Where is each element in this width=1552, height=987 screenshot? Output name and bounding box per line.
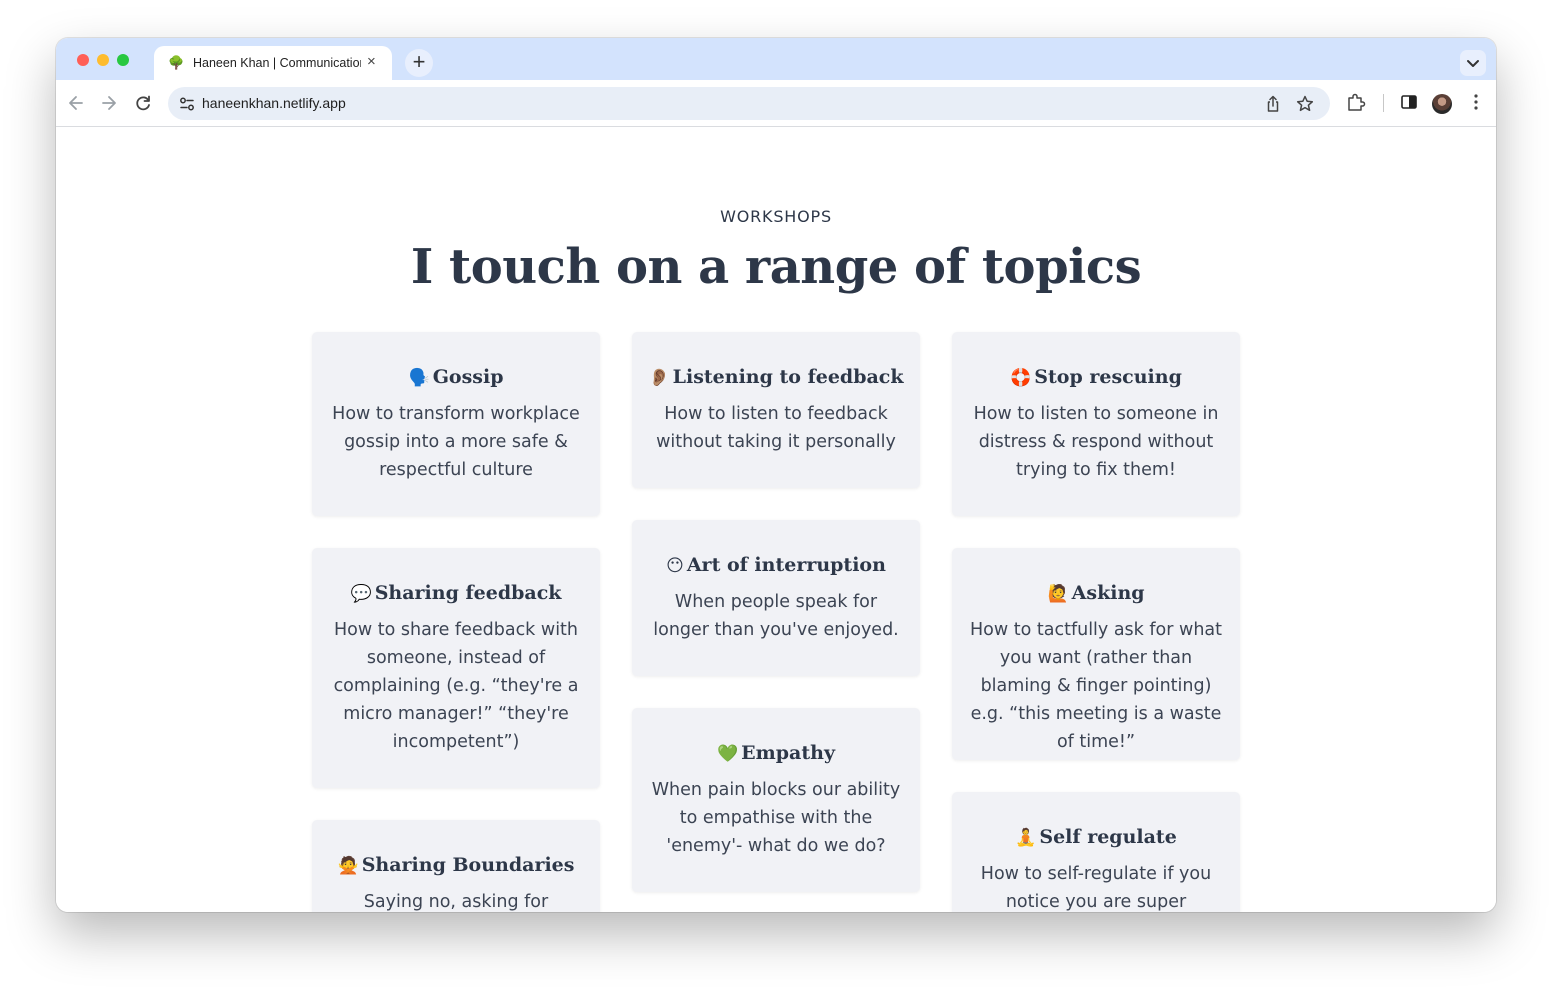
card-description: When people speak for longer than you've… (653, 592, 899, 640)
face-without-mouth-icon: 😶 (666, 556, 684, 576)
card-title-text: Sharing feedback (374, 582, 562, 604)
card-title: 🗣️ Gossip (328, 363, 584, 392)
card-title: 🙅 Sharing Boundaries (328, 851, 584, 880)
card-description: Saying no, asking for (363, 892, 549, 912)
card-title: 🛟 Stop rescuing (968, 363, 1224, 392)
reload-icon (136, 95, 150, 111)
card-description: How to self-regulate if you notice you a… (980, 864, 1212, 912)
address-bar[interactable]: haneenkhan.netlify.app (168, 87, 1330, 120)
card-description: How to transform workplace gossip into a… (332, 404, 580, 480)
card-title: 🧘 Self regulate (968, 823, 1224, 852)
card-description: How to share feedback with someone, inst… (333, 620, 579, 752)
ring-buoy-icon: 🛟 (1010, 368, 1032, 388)
browser-window: 🌳 Haneen Khan | Communication × + haneen… (56, 38, 1496, 912)
person-gesturing-no-icon: 🙅 (337, 856, 359, 876)
new-tab-button[interactable]: + (405, 49, 433, 77)
green-heart-icon: 💚 (717, 744, 739, 764)
speaking-head-icon: 🗣️ (408, 368, 430, 388)
card-description: How to tactfully ask for what you want (… (970, 620, 1222, 752)
back-arrow-icon (69, 96, 83, 110)
card-title: 🙋 Asking (968, 579, 1224, 608)
card-title-text: Stop rescuing (1034, 366, 1182, 388)
tab-strip: 🌳 Haneen Khan | Communication × + (56, 38, 1496, 80)
window-minimize-button[interactable] (97, 54, 109, 66)
speech-bubble-icon: 💬 (350, 584, 372, 604)
card-title: 💬 Sharing feedback (328, 579, 584, 608)
card-title-text: Gossip (432, 366, 504, 388)
workshop-card-sharing-feedback: 💬 Sharing feedback How to share feedback … (312, 548, 600, 788)
active-tab[interactable]: 🌳 Haneen Khan | Communication × (154, 46, 392, 80)
extensions-puzzle-icon[interactable] (1345, 91, 1367, 113)
card-title: 💚 Empathy (648, 739, 904, 768)
profile-avatar[interactable] (1432, 94, 1452, 114)
card-title-text: Art of interruption (686, 554, 886, 576)
reload-button[interactable] (131, 91, 155, 115)
card-title-text: Empathy (741, 742, 835, 764)
side-panel-icon[interactable] (1398, 91, 1420, 113)
window-maximize-button[interactable] (117, 54, 129, 66)
workshop-card-sharing-boundaries: 🙅 Sharing Boundaries Saying no, asking fo… (312, 820, 600, 912)
share-icon[interactable] (1263, 94, 1283, 114)
card-title-text: Listening to feedback (672, 366, 904, 388)
tab-close-icon[interactable]: × (367, 53, 376, 71)
forward-arrow-icon (102, 96, 116, 110)
card-description: How to listen to feedback without taking… (656, 404, 896, 452)
window-close-button[interactable] (77, 54, 89, 66)
tab-title: Haneen Khan | Communication (193, 56, 361, 70)
card-title-text: Self regulate (1039, 826, 1177, 848)
page-content: WORKSHOPS I touch on a range of topics 🗣… (56, 127, 1496, 912)
person-meditating-icon: 🧘 (1015, 828, 1037, 848)
workshop-card-empathy: 💚 Empathy When pain blocks our ability to… (632, 708, 920, 892)
workshop-card-asking: 🙋 Asking How to tactfully ask for what yo… (952, 548, 1240, 760)
card-description: When pain blocks our ability to empathis… (651, 780, 901, 856)
workshop-card-gossip: 🗣️ Gossip How to transform workplace goss… (312, 332, 600, 516)
bookmark-star-icon[interactable] (1295, 94, 1315, 114)
workshop-card-stop-rescuing: 🛟 Stop rescuing How to listen to someone … (952, 332, 1240, 516)
url-text[interactable]: haneenkhan.netlify.app (202, 95, 346, 112)
section-heading: I touch on a range of topics (410, 239, 1142, 295)
forward-button[interactable] (97, 91, 121, 115)
card-title-text: Asking (1071, 582, 1145, 604)
tree-favicon-icon: 🌳 (168, 55, 185, 70)
chevron-down-icon (1467, 60, 1479, 67)
site-settings-icon[interactable] (178, 95, 196, 113)
person-raising-hand-icon: 🙋 (1047, 584, 1069, 604)
toolbar-divider (1383, 94, 1384, 112)
workshop-card-listening-to-feedback: 👂🏽 Listening to feedback How to listen to… (632, 332, 920, 488)
card-title-text: Sharing Boundaries (361, 854, 575, 876)
section-eyebrow: WORKSHOPS (720, 207, 832, 226)
browser-toolbar: haneenkhan.netlify.app (56, 80, 1496, 127)
tab-search-button[interactable] (1460, 50, 1486, 76)
workshop-card-art-of-interruption: 😶 Art of interruption When people speak f… (632, 520, 920, 676)
back-button[interactable] (64, 91, 88, 115)
card-title: 👂🏽 Listening to feedback (648, 363, 904, 392)
card-title: 😶 Art of interruption (648, 551, 904, 580)
more-menu-icon[interactable] (1465, 91, 1487, 113)
card-description: How to listen to someone in distress & r… (973, 404, 1219, 480)
workshop-card-self-regulate: 🧘 Self regulate How to self-regulate if y… (952, 792, 1240, 912)
ear-icon: 👂🏽 (648, 368, 670, 388)
